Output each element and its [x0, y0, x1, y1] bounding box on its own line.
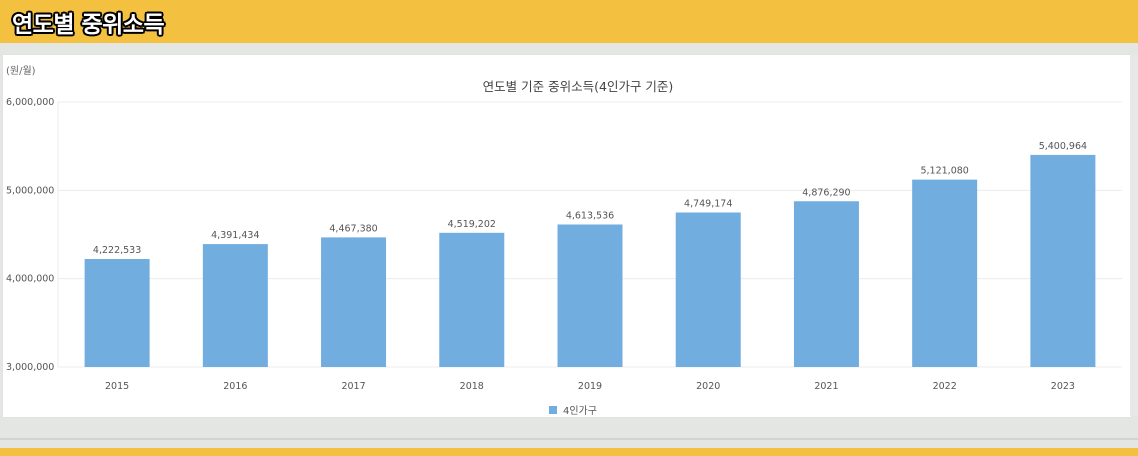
data-label-2019: 4,613,536	[566, 210, 614, 221]
bar-2017[interactable]	[321, 237, 387, 367]
bar-2015[interactable]	[84, 259, 150, 367]
data-label-2017: 4,467,380	[329, 223, 377, 234]
x-axis-ticks: 2015 2016 2017 2018 2019 2020 2021 2022 2023	[105, 381, 1075, 392]
x-tick-label: 2023	[1051, 381, 1075, 392]
y-tick-label: 5,000,000	[6, 185, 54, 196]
x-tick-label: 2017	[341, 381, 365, 392]
bar-chart: (원/월) 연도별 기준 중위소득(4인가구 기준) 3,000,000 4,00…	[6, 65, 1122, 417]
data-label-2021: 4,876,290	[802, 187, 850, 198]
x-tick-label: 2018	[460, 381, 484, 392]
bar-2022[interactable]	[912, 179, 978, 367]
y-axis-ticks: 3,000,000 4,000,000 5,000,000 6,000,000	[6, 97, 54, 373]
bar-2018[interactable]	[439, 232, 505, 367]
data-label-2023: 5,400,964	[1039, 141, 1087, 152]
x-tick-label: 2020	[696, 381, 720, 392]
y-unit-label: (원/월)	[6, 65, 36, 77]
chart-title: 연도별 기준 중위소득(4인가구 기준)	[483, 79, 674, 94]
bars	[84, 154, 1096, 367]
bar-2016[interactable]	[202, 244, 268, 367]
y-tick-label: 3,000,000	[6, 362, 54, 373]
legend-label: 4인가구	[563, 405, 597, 417]
y-tick-label: 4,000,000	[6, 274, 54, 285]
bar-2023[interactable]	[1030, 154, 1096, 367]
bar-2019[interactable]	[557, 224, 623, 367]
legend[interactable]: 4인가구	[549, 405, 597, 417]
data-label-2022: 5,121,080	[920, 166, 968, 177]
bar-2021[interactable]	[793, 201, 859, 367]
x-tick-label: 2016	[223, 381, 247, 392]
footer-band	[0, 448, 1138, 456]
x-tick-label: 2019	[578, 381, 602, 392]
data-label-2015: 4,222,533	[93, 245, 141, 256]
legend-swatch	[549, 406, 557, 414]
y-tick-label: 6,000,000	[6, 97, 54, 108]
section-divider	[0, 438, 1138, 440]
data-label-2018: 4,519,202	[448, 219, 496, 230]
data-label-2016: 4,391,434	[211, 230, 259, 241]
x-tick-label: 2022	[933, 381, 957, 392]
x-tick-label: 2021	[814, 381, 838, 392]
bar-2020[interactable]	[675, 212, 741, 367]
x-tick-label: 2015	[105, 381, 129, 392]
data-label-2020: 4,749,174	[684, 198, 732, 209]
